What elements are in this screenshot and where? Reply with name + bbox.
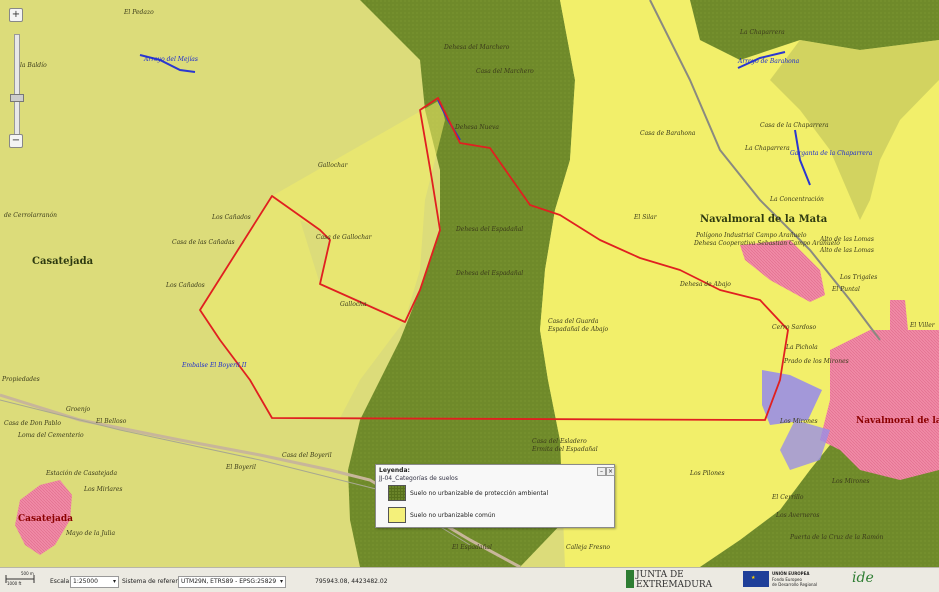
srs-select-value: UTM29N, ETRS89 - EPSG:25829 <box>181 578 277 585</box>
label-casatejada: Casatejada <box>32 256 94 267</box>
label-los-pilones: Los Pilones <box>690 470 725 477</box>
ide-logo: ide <box>852 570 874 586</box>
legend-panel: Leyenda: JJ-04_Categorías de suelos – × … <box>375 464 615 528</box>
label-estacion: Estación de Casatejada <box>46 470 118 477</box>
junta-logo-icon <box>626 570 634 588</box>
legend-close-icon[interactable]: × <box>606 467 615 476</box>
scale-bar: 500 m 1000 ft <box>5 571 35 586</box>
eu-logo-title: UNIÓN EUROPEA <box>772 571 810 576</box>
legend-swatch-protected <box>388 485 406 501</box>
chevron-down-icon: ▾ <box>112 578 116 585</box>
label-el-pedazo: El Pedazo <box>124 9 154 16</box>
label-casa-gallochar: Casa de Gallochar <box>316 234 372 241</box>
eu-logo-sub2: de Desarrollo Regional <box>772 582 818 587</box>
label-arroyo-barahona: Arroyo de Barahona <box>738 58 800 65</box>
label-casa-boyeril: Casa del Boyeril <box>282 452 332 459</box>
label-gallochar: Gallochar <box>318 162 348 169</box>
label-cerro-sardoso: Cerro Sardoso <box>772 324 817 331</box>
label-los-mirones: Los Mirones <box>780 418 818 425</box>
label-el-espadanal: El Espadañal <box>452 544 492 551</box>
label-espadanal-abajo: Espadañal de Abajo <box>548 326 609 333</box>
scale-select[interactable]: 1:25000 ▾ <box>70 576 119 588</box>
status-bar: 500 m 1000 ft Escala: 1:25000 ▾ Sistema … <box>0 567 939 592</box>
scale-label: Escala: <box>50 578 72 585</box>
zoom-slider-thumb[interactable] <box>10 94 24 102</box>
label-casa-chaparrera: Casa de la Chaparrera <box>760 122 829 129</box>
label-el-silar: El Silar <box>634 214 657 221</box>
label-los-averneros: Los Averneros <box>776 512 820 519</box>
zoom-in-button[interactable]: + <box>9 8 23 22</box>
label-el-boyeril: El Boyeril <box>226 464 256 471</box>
label-baldio: la Baldío <box>20 62 47 69</box>
label-calleja-fresno: Calleja Fresno <box>566 544 611 551</box>
junta-logo-line2: EXTREMADURA <box>636 580 713 590</box>
label-prado-mirones: Prado de los Mirones <box>784 358 849 365</box>
label-ermita-espadanal: Ermita del Espadañal <box>532 446 598 453</box>
chevron-down-icon: ▾ <box>279 578 283 585</box>
label-el-puntal: El Puntal <box>832 286 860 293</box>
legend-label-protected: Suelo no urbanizable de protección ambie… <box>410 490 549 497</box>
label-dehesa-marchero: Dehesa del Marchero <box>444 44 510 51</box>
label-dehesa-espadanal: Dehesa del Espadañal <box>456 226 524 233</box>
label-puerta-cruz: Puerta de la Cruz de la Ramón <box>790 534 884 541</box>
zoom-control: + − <box>9 8 24 148</box>
label-los-trigales: Los Trigales <box>840 274 878 281</box>
label-poligono-2: Dehesa Cooperativa Sebastián Campo Arañu… <box>694 240 840 247</box>
label-navalmoral-title: Navalmoral de la Mata <box>700 214 828 225</box>
label-casa-marchero: Casa del Marchero <box>476 68 534 75</box>
label-poligono-1: Polígono Industrial Campo Arañuelo <box>696 232 807 239</box>
label-loma-cementerio: Loma del Cementerio <box>18 432 84 439</box>
label-propiedades: Propiedades <box>2 376 40 383</box>
map-view[interactable]: El Pedazo Arroyo del Mejías la Baldío De… <box>0 0 939 567</box>
coordinates-readout: 795943.08, 4423482.02 <box>315 578 388 585</box>
label-la-concentracion: La Concentración <box>770 196 824 203</box>
label-casa-barahona: Casa de Barahona <box>640 130 696 137</box>
label-gallocha: Gallocha <box>340 301 367 308</box>
label-arroyo-mejias: Arroyo del Mejías <box>144 56 198 63</box>
legend-swatch-common <box>388 507 406 523</box>
label-dehesa-espadanal-2: Dehesa del Espadañal <box>456 270 524 277</box>
legend-layer-name: JJ-04_Categorías de suelos <box>379 475 458 482</box>
label-mayo-julia: Mayo de la Julia <box>66 530 116 537</box>
label-los-canados: Los Cañados <box>212 214 251 221</box>
label-casatejada-town: Casatejada <box>18 514 73 524</box>
scale-bar-imperial: 1000 ft <box>7 581 22 586</box>
eu-flag-icon: ★ <box>743 571 769 587</box>
label-groenjo: Groenjo <box>66 406 91 413</box>
label-alto-lomas-2: Alto de las Lomas <box>820 247 874 254</box>
scale-bar-metric: 500 m <box>21 571 34 576</box>
label-la-pichola: La Pichola <box>786 344 818 351</box>
legend-minimize-icon[interactable]: – <box>597 467 606 476</box>
zoom-slider-track[interactable] <box>14 34 20 136</box>
label-casa-guarda: Casa del Guarda <box>548 318 599 325</box>
label-dehesa-abajo: Dehesa de Abajo <box>680 281 731 288</box>
label-embalse: Embalse El Boyeril II <box>182 362 247 369</box>
label-el-belloso: El Belloso <box>96 418 127 425</box>
label-casa-don-pablo: Casa de Don Pablo <box>4 420 61 427</box>
label-navalmoral-town: Navalmoral de la Mata <box>856 416 939 426</box>
label-los-mirlares: Los Mirlares <box>84 486 123 493</box>
label-casa-esladero: Casa del Esladero <box>532 438 587 445</box>
label-casa-canadas: Casa de las Cañadas <box>172 239 235 246</box>
label-cerrolarranon: de Cerrolarranón <box>4 212 57 219</box>
urban-east-small <box>890 300 908 330</box>
legend-title: Leyenda: <box>379 467 410 474</box>
label-el-viller: El Viller <box>910 322 935 329</box>
label-la-chaparrera-2: La Chaparrera <box>745 145 790 152</box>
label-la-chaparrera: La Chaparrera <box>740 29 785 36</box>
label-los-canados-2: Los Cañados <box>166 282 205 289</box>
scale-select-value: 1:25000 <box>73 578 98 585</box>
junta-logo-line1: JUNTA DE <box>636 570 684 580</box>
zoom-out-button[interactable]: − <box>9 134 23 148</box>
label-garganta-chaparrera: Garganta de la Chaparrera <box>790 150 873 157</box>
label-alto-lomas: Alto de las Lomas <box>820 236 874 243</box>
srs-select[interactable]: UTM29N, ETRS89 - EPSG:25829 ▾ <box>178 576 286 588</box>
legend-label-common: Suelo no urbanizable común <box>410 512 496 519</box>
label-dehesa-nueva: Dehesa Nueva <box>455 124 499 131</box>
label-los-mirones-2: Los Mirones <box>832 478 870 485</box>
label-el-cerrillo: El Cerrillo <box>772 494 804 501</box>
